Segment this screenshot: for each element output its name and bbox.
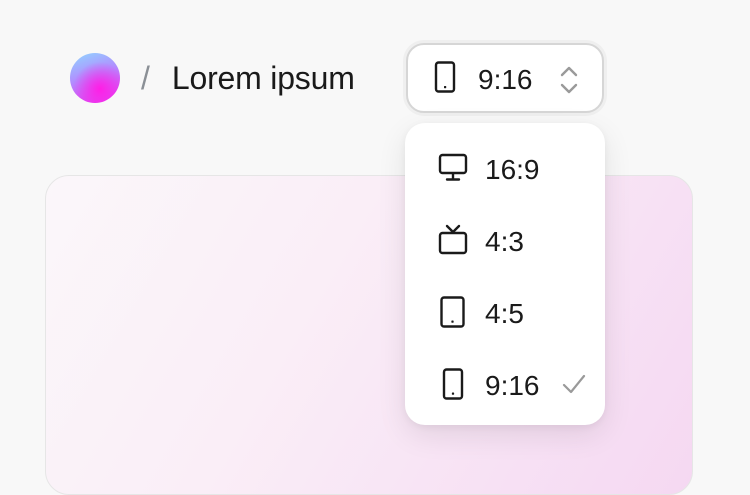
tv-icon	[438, 224, 468, 256]
aspect-ratio-select[interactable]: 9:16	[406, 43, 604, 113]
phone-icon	[438, 368, 468, 400]
avatar[interactable]	[70, 52, 120, 103]
menu-option-label: 4:3	[485, 226, 524, 257]
chevron-up-down-icon	[558, 63, 580, 97]
breadcrumb-separator: /	[141, 60, 150, 96]
menu-option-9-16[interactable]: 9:16	[405, 346, 605, 418]
page-title[interactable]: Lorem ipsum	[172, 62, 355, 94]
phone-portrait-icon	[434, 61, 456, 93]
menu-option-4-3[interactable]: 4:3	[405, 202, 605, 274]
menu-option-label: 16:9	[485, 154, 540, 185]
menu-option-16-9[interactable]: 16:9	[405, 130, 605, 202]
tablet-icon	[438, 296, 468, 328]
menu-option-label: 4:5	[485, 298, 524, 329]
menu-option-4-5[interactable]: 4:5	[405, 274, 605, 346]
aspect-ratio-value: 9:16	[478, 64, 533, 95]
menu-option-label: 9:16	[485, 370, 540, 401]
breadcrumb: / Lorem ipsum	[70, 42, 355, 114]
checkmark-icon	[561, 372, 587, 396]
monitor-icon	[438, 152, 468, 182]
aspect-ratio-menu: 16:9 4:3 4:5 9:16	[405, 123, 605, 425]
